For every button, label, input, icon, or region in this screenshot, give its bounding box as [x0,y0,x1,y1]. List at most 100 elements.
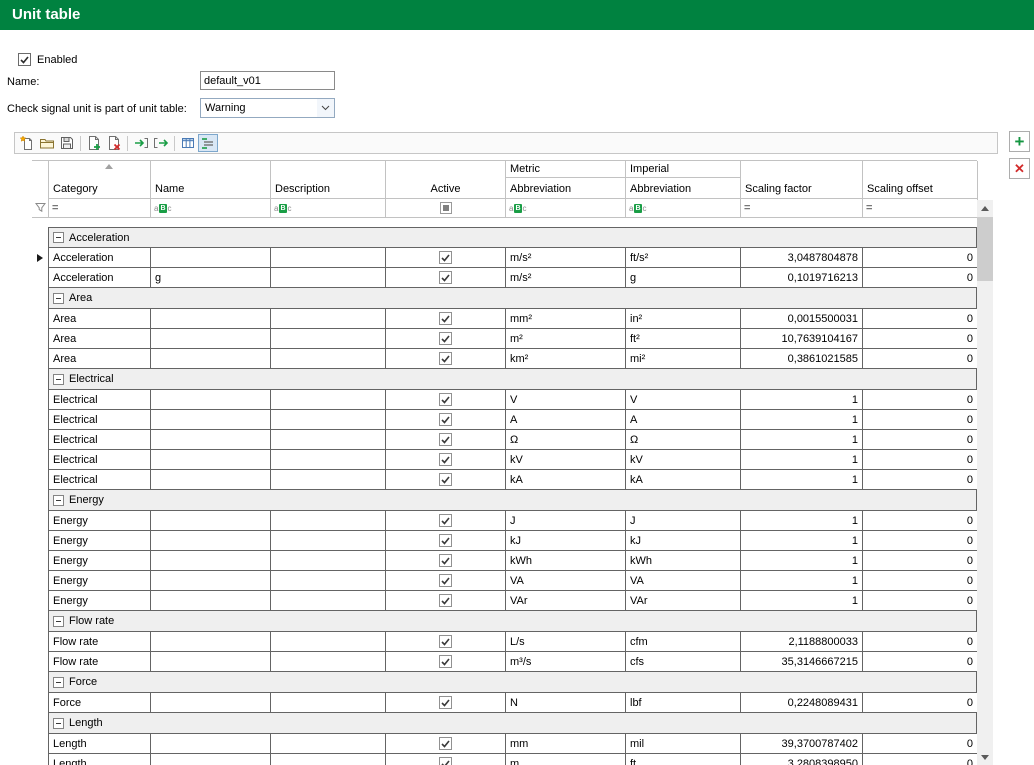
active-checkbox[interactable] [439,534,452,547]
cell-category[interactable]: Flow rate [49,652,151,671]
cell-category[interactable]: Acceleration [49,268,151,287]
cell-category[interactable]: Electrical [49,430,151,449]
cell-imperial-abbreviation[interactable]: kWh [626,551,741,570]
cell-metric-abbreviation[interactable]: m [506,754,626,765]
active-checkbox[interactable] [439,332,452,345]
band-header-metric[interactable]: Metric [506,161,626,178]
group-row[interactable]: Energy [32,490,977,511]
cell-scaling-factor[interactable]: 0,3861021585 [741,349,863,368]
group-row[interactable]: Flow rate [32,611,977,632]
cell-name[interactable] [151,571,271,590]
cell-scaling-factor[interactable]: 1 [741,531,863,550]
cell-metric-abbreviation[interactable]: VAr [506,591,626,610]
toggle-grouping-button[interactable] [198,134,218,152]
active-checkbox[interactable] [439,757,452,765]
cell-name[interactable] [151,410,271,429]
cell-metric-abbreviation[interactable]: L/s [506,632,626,651]
cell-scaling-factor[interactable]: 1 [741,470,863,489]
vertical-scrollbar[interactable] [977,200,993,765]
cell-name[interactable] [151,450,271,469]
cell-imperial-abbreviation[interactable]: kJ [626,531,741,550]
cell-metric-abbreviation[interactable]: m² [506,329,626,348]
table-row[interactable]: Energy kWh kWh 1 0 [32,551,977,571]
table-row[interactable]: Energy kJ kJ 1 0 [32,531,977,551]
group-row[interactable]: Acceleration [32,227,977,248]
cell-scaling-factor[interactable]: 0,1019716213 [741,268,863,287]
import-button[interactable] [131,134,151,152]
cell-description[interactable] [271,591,386,610]
cell-category[interactable]: Energy [49,591,151,610]
save-file-button[interactable] [57,134,77,152]
cell-description[interactable] [271,450,386,469]
collapse-group-icon[interactable] [53,495,64,506]
cell-name[interactable] [151,551,271,570]
cell-scaling-factor[interactable]: 1 [741,551,863,570]
cell-metric-abbreviation[interactable]: kWh [506,551,626,570]
cell-description[interactable] [271,531,386,550]
active-checkbox[interactable] [439,594,452,607]
cell-name[interactable] [151,511,271,530]
cell-metric-abbreviation[interactable]: J [506,511,626,530]
column-header-active[interactable]: Active [386,161,506,199]
table-row[interactable]: Electrical Ω Ω 1 0 [32,430,977,450]
cell-metric-abbreviation[interactable]: kJ [506,531,626,550]
cell-scaling-factor[interactable]: 1 [741,511,863,530]
export-button[interactable] [151,134,171,152]
active-checkbox[interactable] [439,514,452,527]
column-header-scaling-factor[interactable]: Scaling factor [741,161,863,199]
cell-scaling-factor[interactable]: 0,0015500031 [741,309,863,328]
dropdown-button[interactable] [317,99,334,117]
filter-scaling-offset[interactable]: = [863,199,978,217]
cell-name[interactable] [151,591,271,610]
collapse-group-icon[interactable] [53,718,64,729]
cell-scaling-factor[interactable]: 1 [741,450,863,469]
cell-description[interactable] [271,248,386,267]
cell-name[interactable] [151,652,271,671]
column-header-metric-abbreviation[interactable]: Abbreviation [506,178,626,199]
cell-scaling-offset[interactable]: 0 [863,511,978,530]
cell-scaling-offset[interactable]: 0 [863,632,978,651]
cell-name[interactable] [151,632,271,651]
cell-scaling-factor[interactable]: 39,3700787402 [741,734,863,753]
cell-category[interactable]: Energy [49,511,151,530]
column-header-scaling-offset[interactable]: Scaling offset [863,161,978,199]
delete-unit-table-button[interactable]: ✕ [1009,158,1030,179]
cell-category[interactable]: Area [49,309,151,328]
filter-imperial-abbreviation[interactable]: aBc [626,199,741,217]
column-header-imperial-abbreviation[interactable]: Abbreviation [626,178,741,199]
cell-description[interactable] [271,734,386,753]
filter-category[interactable]: = [49,199,151,217]
cell-category[interactable]: Electrical [49,470,151,489]
cell-description[interactable] [271,268,386,287]
cell-description[interactable] [271,349,386,368]
cell-category[interactable]: Area [49,349,151,368]
cell-metric-abbreviation[interactable]: Ω [506,430,626,449]
cell-category[interactable]: Electrical [49,450,151,469]
active-checkbox[interactable] [439,574,452,587]
cell-scaling-factor[interactable]: 1 [741,571,863,590]
band-header-imperial[interactable]: Imperial [626,161,741,178]
cell-category[interactable]: Force [49,693,151,712]
cell-category[interactable]: Length [49,754,151,765]
cell-imperial-abbreviation[interactable]: VAr [626,591,741,610]
open-file-button[interactable] [37,134,57,152]
cell-category[interactable]: Flow rate [49,632,151,651]
cell-scaling-offset[interactable]: 0 [863,390,978,409]
cell-scaling-factor[interactable]: 1 [741,591,863,610]
cell-metric-abbreviation[interactable]: A [506,410,626,429]
cell-description[interactable] [271,571,386,590]
filter-name[interactable]: aBc [151,199,271,217]
cell-imperial-abbreviation[interactable]: VA [626,571,741,590]
cell-category[interactable]: Energy [49,551,151,570]
group-row[interactable]: Length [32,713,977,734]
table-row[interactable]: Electrical kA kA 1 0 [32,470,977,490]
collapse-group-icon[interactable] [53,616,64,627]
cell-metric-abbreviation[interactable]: N [506,693,626,712]
cell-name[interactable]: g [151,268,271,287]
cell-metric-abbreviation[interactable]: V [506,390,626,409]
cell-scaling-offset[interactable]: 0 [863,571,978,590]
cell-scaling-offset[interactable]: 0 [863,430,978,449]
name-input[interactable] [200,71,335,90]
cell-scaling-factor[interactable]: 10,7639104167 [741,329,863,348]
enabled-checkbox[interactable] [18,53,31,66]
